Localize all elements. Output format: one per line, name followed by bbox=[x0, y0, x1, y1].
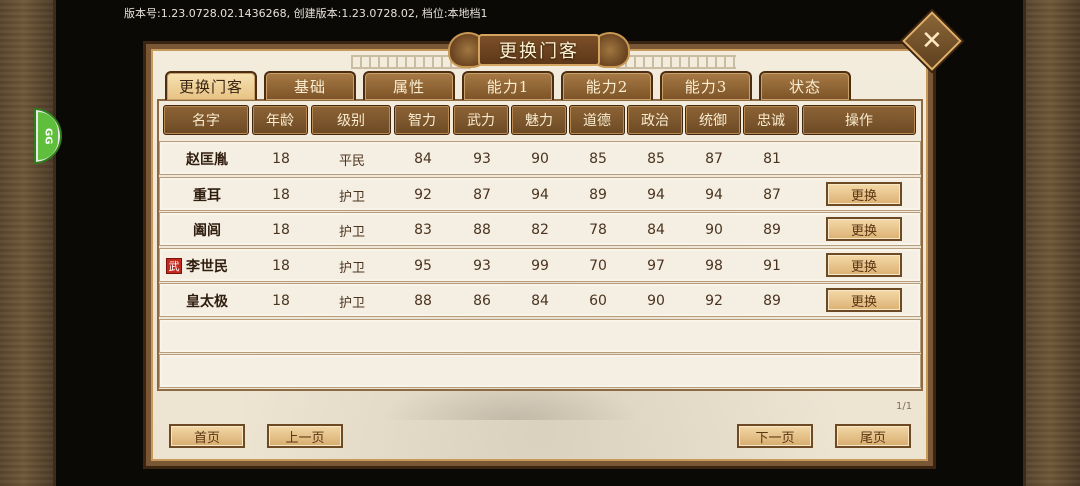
retainer-leadership: 87 bbox=[705, 151, 723, 167]
retainer-leadership: 94 bbox=[705, 187, 723, 203]
retainer-politics: 85 bbox=[647, 151, 665, 167]
retainer-politics: 90 bbox=[647, 293, 665, 309]
retainer-charisma: 84 bbox=[531, 293, 549, 309]
tab-ability-3[interactable]: 能力3 bbox=[660, 71, 752, 100]
retainer-loyalty: 87 bbox=[763, 187, 781, 203]
retainer-politics: 97 bbox=[647, 258, 665, 274]
swap-button[interactable]: 更换 bbox=[826, 288, 902, 312]
page-indicator: 1/1 bbox=[896, 401, 913, 412]
swap-button[interactable]: 更换 bbox=[826, 253, 902, 277]
close-icon: ✕ bbox=[921, 25, 943, 56]
retainer-strength: 86 bbox=[473, 293, 491, 309]
header-charisma: 魅力 bbox=[511, 105, 567, 135]
retainer-charisma: 99 bbox=[531, 258, 549, 274]
retainer-level: 护卫 bbox=[338, 295, 365, 311]
retainer-intelligence: 92 bbox=[414, 187, 432, 203]
retainer-age: 18 bbox=[272, 222, 290, 238]
retainer-name: 赵匡胤 bbox=[186, 152, 228, 168]
dialog-title-plaque: 更换门客 bbox=[448, 26, 630, 74]
retainer-intelligence: 84 bbox=[414, 151, 432, 167]
retainer-name: 重耳 bbox=[193, 188, 221, 204]
empty-row bbox=[159, 354, 921, 388]
retainer-strength: 93 bbox=[473, 258, 491, 274]
version-info: 版本号:1.23.0728.02.1436268, 创建版本:1.23.0728… bbox=[124, 7, 488, 20]
table-row: 重耳 18 护卫 92 87 94 89 94 94 87 更换 bbox=[159, 177, 921, 211]
retainer-charisma: 82 bbox=[531, 222, 549, 238]
retainer-loyalty: 89 bbox=[763, 222, 781, 238]
retainer-morality: 70 bbox=[589, 258, 607, 274]
retainer-strength: 93 bbox=[473, 151, 491, 167]
dialog-title: 更换门客 bbox=[499, 41, 579, 62]
retainer-loyalty: 91 bbox=[763, 258, 781, 274]
retainer-strength: 87 bbox=[473, 187, 491, 203]
header-leadership: 统御 bbox=[685, 105, 741, 135]
header-age: 年龄 bbox=[252, 105, 308, 135]
retainer-leadership: 98 bbox=[705, 258, 723, 274]
floating-assistant-button[interactable]: GG bbox=[34, 108, 62, 164]
empty-row bbox=[159, 319, 921, 353]
header-action: 操作 bbox=[802, 105, 916, 135]
retainer-morality: 78 bbox=[589, 222, 607, 238]
retainer-loyalty: 81 bbox=[763, 151, 781, 167]
retainer-name: 李世民 bbox=[186, 259, 228, 275]
tab-swap-retainer[interactable]: 更换门客 bbox=[165, 71, 257, 100]
first-page-button[interactable]: 首页 bbox=[169, 424, 245, 448]
retainer-intelligence: 83 bbox=[414, 222, 432, 238]
retainer-charisma: 90 bbox=[531, 151, 549, 167]
table-row: 赵匡胤 18 平民 84 93 90 85 85 87 81 bbox=[159, 141, 921, 175]
header-politics: 政治 bbox=[627, 105, 683, 135]
header-loyalty: 忠诚 bbox=[743, 105, 799, 135]
next-page-button[interactable]: 下一页 bbox=[737, 424, 813, 448]
retainer-level: 护卫 bbox=[338, 189, 365, 205]
fret-ornament-right bbox=[616, 55, 736, 69]
retainer-charisma: 94 bbox=[531, 187, 549, 203]
prev-page-button[interactable]: 上一页 bbox=[267, 424, 343, 448]
retainer-level: 护卫 bbox=[338, 260, 365, 276]
table-row: 阖闾 18 护卫 83 88 82 78 84 90 89 更换 bbox=[159, 212, 921, 246]
tab-basic[interactable]: 基础 bbox=[264, 71, 356, 100]
tab-ability-1[interactable]: 能力1 bbox=[462, 71, 554, 100]
retainer-politics: 94 bbox=[647, 187, 665, 203]
retainer-name: 皇太极 bbox=[186, 294, 228, 310]
swap-button[interactable]: 更换 bbox=[826, 182, 902, 206]
retainer-morality: 85 bbox=[589, 151, 607, 167]
retainer-age: 18 bbox=[272, 293, 290, 309]
retainer-level: 护卫 bbox=[338, 224, 365, 240]
header-intelligence: 智力 bbox=[394, 105, 450, 135]
header-strength: 武力 bbox=[453, 105, 509, 135]
header-name: 名字 bbox=[163, 105, 249, 135]
retainer-politics: 84 bbox=[647, 222, 665, 238]
retainer-age: 18 bbox=[272, 258, 290, 274]
retainer-intelligence: 95 bbox=[414, 258, 432, 274]
swap-button[interactable]: 更换 bbox=[826, 217, 902, 241]
retainer-intelligence: 88 bbox=[414, 293, 432, 309]
right-wall bbox=[1023, 0, 1080, 486]
retainer-leadership: 92 bbox=[705, 293, 723, 309]
retainer-morality: 60 bbox=[589, 293, 607, 309]
retainer-age: 18 bbox=[272, 187, 290, 203]
tab-attributes[interactable]: 属性 bbox=[363, 71, 455, 100]
tab-ability-2[interactable]: 能力2 bbox=[561, 71, 653, 100]
retainer-loyalty: 89 bbox=[763, 293, 781, 309]
last-page-button[interactable]: 尾页 bbox=[835, 424, 911, 448]
header-morality: 道德 bbox=[569, 105, 625, 135]
retainer-strength: 88 bbox=[473, 222, 491, 238]
retainer-age: 18 bbox=[272, 151, 290, 167]
header-level: 级别 bbox=[311, 105, 391, 135]
retainer-morality: 89 bbox=[589, 187, 607, 203]
tab-status[interactable]: 状态 bbox=[759, 71, 851, 100]
table-row: 武 李世民 18 护卫 95 93 99 70 97 98 91 更换 bbox=[159, 248, 921, 282]
table-row: 皇太极 18 护卫 88 86 84 60 90 92 89 更换 bbox=[159, 283, 921, 317]
retainer-leadership: 90 bbox=[705, 222, 723, 238]
retainer-level: 平民 bbox=[338, 153, 365, 169]
left-wall bbox=[0, 0, 56, 486]
retainer-name: 阖闾 bbox=[193, 223, 221, 239]
